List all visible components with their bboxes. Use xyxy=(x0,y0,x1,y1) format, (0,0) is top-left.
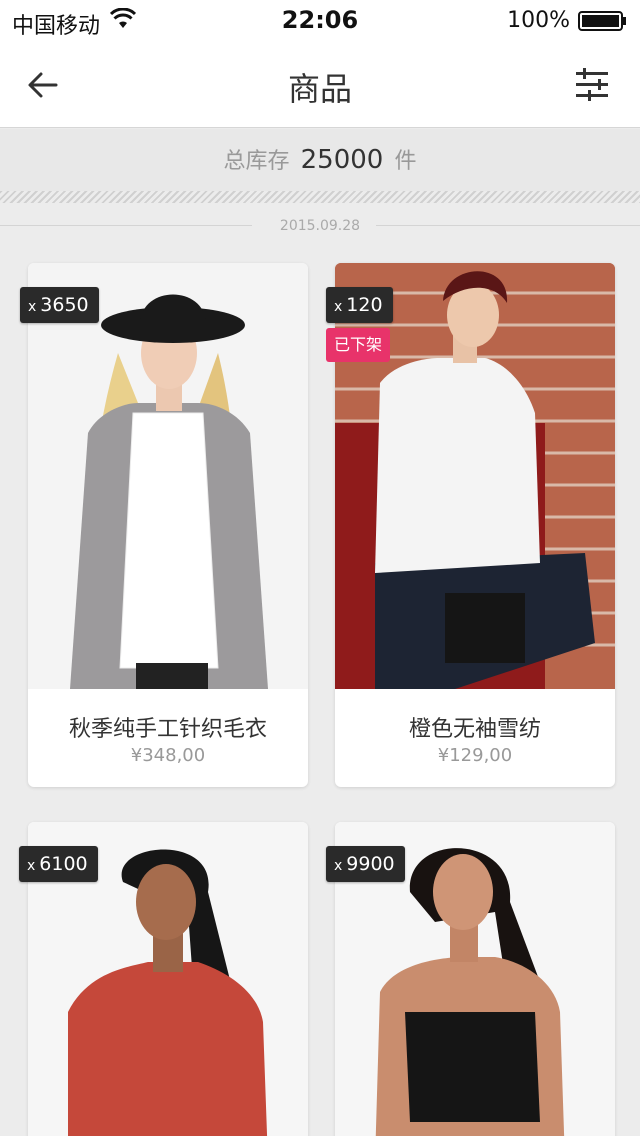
page-title: 商品 xyxy=(287,70,352,108)
section-date: 2015.09.28 xyxy=(279,218,361,234)
nav-bar: 商品 xyxy=(0,40,640,128)
quantity-badge: x 3650 xyxy=(20,287,99,323)
quantity-prefix: x xyxy=(334,858,343,874)
quantity-value: 9900 xyxy=(346,853,395,875)
product-card[interactable]: 秋季纯手工针织毛衣 ¥348,00 xyxy=(28,263,308,787)
product-name: 秋季纯手工针织毛衣 xyxy=(68,717,267,742)
product-photo xyxy=(28,263,308,689)
quantity-prefix: x xyxy=(27,858,36,874)
inventory-summary: 总库存 25000 件 xyxy=(0,129,640,191)
quantity-prefix: x xyxy=(28,299,37,315)
summary-count: 25000 xyxy=(300,145,384,175)
status-bar: 中国移动 22:06 100% xyxy=(0,0,640,40)
quantity-badge: x 9900 xyxy=(326,846,405,882)
divider-line-right xyxy=(376,225,640,226)
quantity-value: 120 xyxy=(346,294,383,316)
product-name: 橙色无袖雪纺 xyxy=(408,717,541,742)
battery-percentage: 100% xyxy=(507,8,570,33)
summary-unit: 件 xyxy=(394,149,417,174)
battery-icon xyxy=(578,11,628,35)
quantity-value: 3650 xyxy=(40,294,89,316)
striped-divider xyxy=(0,191,640,203)
quantity-value: 6100 xyxy=(39,853,88,875)
quantity-badge: x 120 xyxy=(326,287,393,323)
quantity-prefix: x xyxy=(334,299,343,315)
sliders-icon[interactable] xyxy=(574,66,610,102)
off-shelf-badge: 已下架 xyxy=(326,328,391,362)
summary-label: 总库存 xyxy=(223,149,290,174)
product-price: ¥129,00 xyxy=(437,745,513,766)
date-divider: 2015.09.28 xyxy=(0,212,640,240)
product-photo xyxy=(335,263,615,689)
product-price: ¥348,00 xyxy=(130,745,206,766)
quantity-badge: x 6100 xyxy=(19,846,98,882)
